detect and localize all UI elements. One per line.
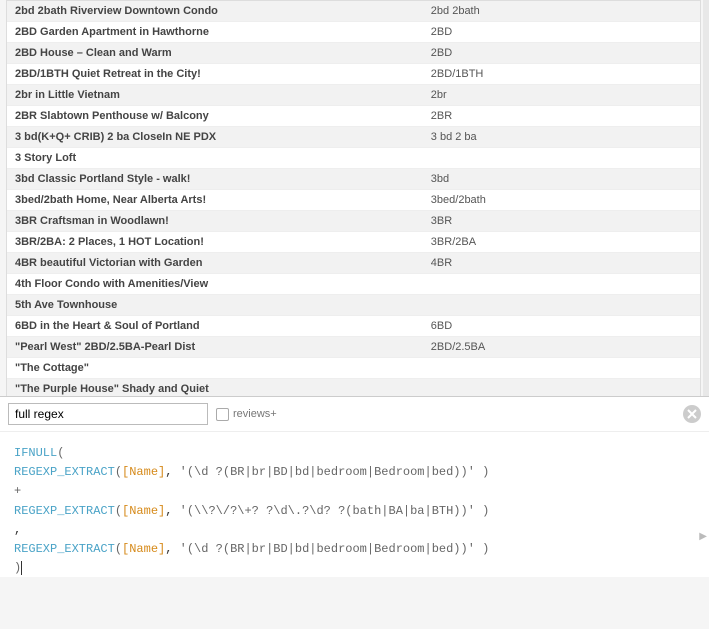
name-cell: 2BR Slabtown Penthouse w/ Balcony xyxy=(7,106,423,127)
name-cell: 3BR/2BA: 2 Places, 1 HOT Location! xyxy=(7,232,423,253)
code-string: '(\d ?(BR|br|BD|bd|bedroom|Bedroom|bed))… xyxy=(180,465,475,479)
code-field: [Name] xyxy=(122,542,165,556)
table-row[interactable]: 4BR beautiful Victorian with Garden4BR xyxy=(7,253,700,274)
table-row[interactable]: 3BR/2BA: 2 Places, 1 HOT Location!3BR/2B… xyxy=(7,232,700,253)
extract-cell: 3 bd 2 ba xyxy=(423,127,700,148)
name-cell: 2BD/1BTH Quiet Retreat in the City! xyxy=(7,64,423,85)
name-cell: 2BD House – Clean and Warm xyxy=(7,43,423,64)
extract-cell xyxy=(423,295,700,316)
table-row[interactable]: 2BD Garden Apartment in Hawthorne2BD xyxy=(7,22,700,43)
table-row[interactable]: 2BD/1BTH Quiet Retreat in the City!2BD/1… xyxy=(7,64,700,85)
table-row[interactable]: "Pearl West" 2BD/2.5BA-Pearl Dist2BD/2.5… xyxy=(7,337,700,358)
extract-cell xyxy=(423,148,700,169)
code-field: [Name] xyxy=(122,465,165,479)
checkbox-wrap[interactable]: reviews+ xyxy=(216,408,277,421)
code-function: REGEXP_EXTRACT xyxy=(14,542,115,556)
extract-cell: 2BR xyxy=(423,106,700,127)
code-string: '(\\?\/?\+? ?\d\.?\d? ?(bath|BA|ba|BTH))… xyxy=(180,504,475,518)
table-row[interactable]: 3bd Classic Portland Style - walk!3bd xyxy=(7,169,700,190)
formula-code-area[interactable]: IFNULL( REGEXP_EXTRACT([Name], '(\d ?(BR… xyxy=(0,432,709,629)
name-cell: 5th Ave Townhouse xyxy=(7,295,423,316)
name-cell: 2bd 2bath Riverview Downtown Condo xyxy=(7,1,423,22)
code-function: REGEXP_EXTRACT xyxy=(14,465,115,479)
editor-toolbar: reviews+ xyxy=(0,397,709,432)
table-row[interactable]: 2BD House – Clean and Warm2BD xyxy=(7,43,700,64)
extract-cell: 2br xyxy=(423,85,700,106)
extract-cell xyxy=(423,274,700,295)
table-row[interactable]: 2bd 2bath Riverview Downtown Condo2bd 2b… xyxy=(7,1,700,22)
extract-cell: 2BD/1BTH xyxy=(423,64,700,85)
name-cell: 3 bd(K+Q+ CRIB) 2 ba CloseIn NE PDX xyxy=(7,127,423,148)
table-row[interactable]: 3 bd(K+Q+ CRIB) 2 ba CloseIn NE PDX3 bd … xyxy=(7,127,700,148)
table-row[interactable]: 3BR Craftsman in Woodlawn!3BR xyxy=(7,211,700,232)
extract-cell: 4BR xyxy=(423,253,700,274)
code-keyword: IFNULL xyxy=(14,446,57,460)
code-function: REGEXP_EXTRACT xyxy=(14,504,115,518)
name-cell: 4BR beautiful Victorian with Garden xyxy=(7,253,423,274)
table-row[interactable]: 2BR Slabtown Penthouse w/ Balcony2BR xyxy=(7,106,700,127)
table-row[interactable]: 5th Ave Townhouse xyxy=(7,295,700,316)
table-row[interactable]: 4th Floor Condo with Amenities/View xyxy=(7,274,700,295)
extract-cell: 2BD/2.5BA xyxy=(423,337,700,358)
checkbox-icon[interactable] xyxy=(216,408,229,421)
name-cell: "Pearl West" 2BD/2.5BA-Pearl Dist xyxy=(7,337,423,358)
table-row[interactable]: 3 Story Loft xyxy=(7,148,700,169)
table-row[interactable]: 2br in Little Vietnam2br xyxy=(7,85,700,106)
name-cell: 3bed/2bath Home, Near Alberta Arts! xyxy=(7,190,423,211)
name-cell: 6BD in the Heart & Soul of Portland xyxy=(7,316,423,337)
name-cell: 3bd Classic Portland Style - walk! xyxy=(7,169,423,190)
close-button[interactable] xyxy=(683,405,701,423)
results-table: 2bd 2bath Riverview Downtown Condo2bd 2b… xyxy=(7,1,700,400)
close-icon xyxy=(687,409,697,419)
code-field: [Name] xyxy=(122,504,165,518)
extract-cell: 2BD xyxy=(423,43,700,64)
table-row[interactable]: 6BD in the Heart & Soul of Portland6BD xyxy=(7,316,700,337)
extract-cell xyxy=(423,358,700,379)
extract-cell: 3BR/2BA xyxy=(423,232,700,253)
name-cell: "The Cottage" xyxy=(7,358,423,379)
code-string: '(\d ?(BR|br|BD|bd|bedroom|Bedroom|bed))… xyxy=(180,542,475,556)
text-cursor xyxy=(21,561,22,575)
name-cell: 2br in Little Vietnam xyxy=(7,85,423,106)
formula-editor-panel: reviews+ IFNULL( REGEXP_EXTRACT([Name], … xyxy=(0,396,709,577)
extract-cell: 2bd 2bath xyxy=(423,1,700,22)
extract-cell: 2BD xyxy=(423,22,700,43)
name-cell: 2BD Garden Apartment in Hawthorne xyxy=(7,22,423,43)
name-cell: 3 Story Loft xyxy=(7,148,423,169)
checkbox-label: reviews+ xyxy=(233,408,277,420)
field-name-input[interactable] xyxy=(8,403,208,425)
table-row[interactable]: "The Cottage" xyxy=(7,358,700,379)
vertical-scrollbar[interactable] xyxy=(703,0,709,396)
name-cell: 3BR Craftsman in Woodlawn! xyxy=(7,211,423,232)
extract-cell: 3BR xyxy=(423,211,700,232)
chevron-right-icon[interactable]: ▶ xyxy=(699,530,707,546)
extract-cell: 6BD xyxy=(423,316,700,337)
name-cell: 4th Floor Condo with Amenities/View xyxy=(7,274,423,295)
table-row[interactable]: 3bed/2bath Home, Near Alberta Arts!3bed/… xyxy=(7,190,700,211)
extract-cell: 3bed/2bath xyxy=(423,190,700,211)
extract-cell: 3bd xyxy=(423,169,700,190)
results-panel: 2bd 2bath Riverview Downtown Condo2bd 2b… xyxy=(6,0,701,401)
